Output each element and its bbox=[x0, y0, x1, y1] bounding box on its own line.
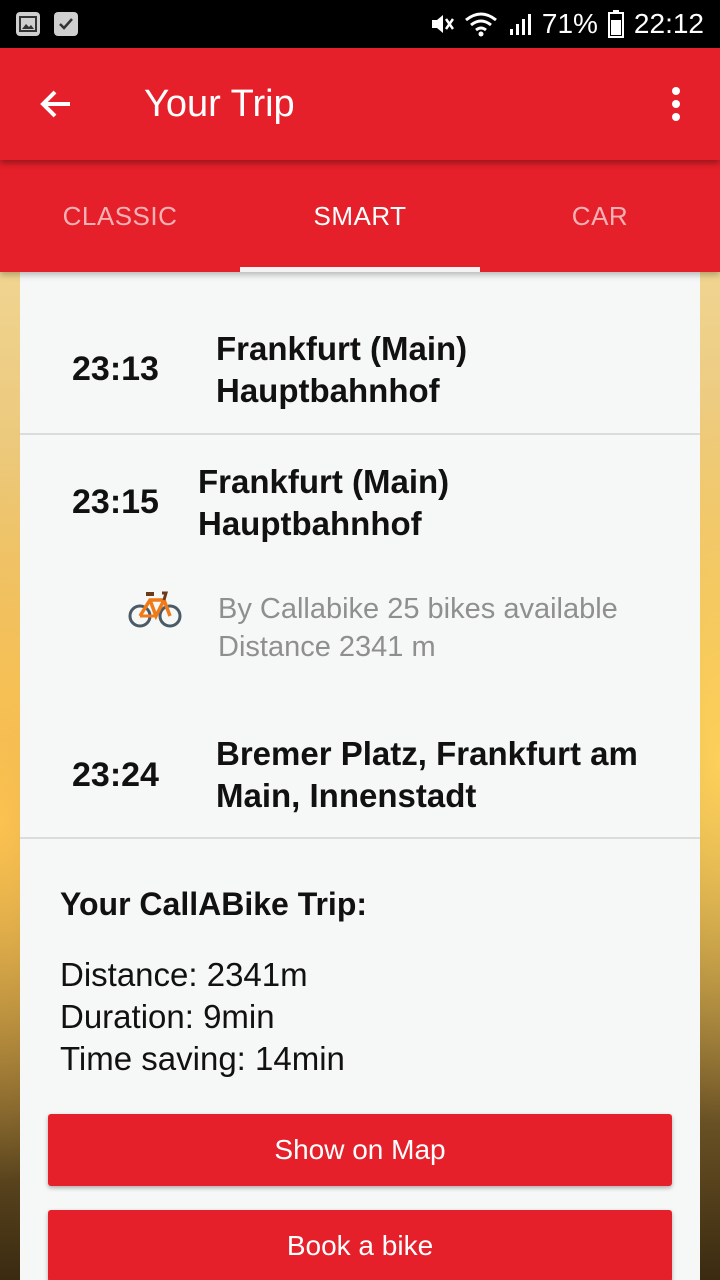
check-notification-icon bbox=[54, 12, 78, 36]
stop-name: Bremer Platz, Frankfurt am Main, Innenst… bbox=[216, 733, 638, 817]
trip-card: 23:13 Frankfurt (Main) Hauptbahnhof 23:1… bbox=[20, 272, 700, 1280]
more-vert-icon bbox=[672, 87, 680, 121]
stop-name-line: Hauptbahnhof bbox=[198, 505, 422, 542]
status-bar: 71% 22:12 bbox=[0, 0, 720, 48]
bike-segment-info: By Callabike 25 bikes available Distance… bbox=[218, 590, 618, 666]
notification-icons bbox=[16, 12, 78, 36]
summary-distance: Distance: 2341m bbox=[60, 956, 308, 993]
stop-time: 23:13 bbox=[72, 350, 159, 388]
book-bike-button[interactable]: Book a bike bbox=[48, 1210, 672, 1280]
show-on-map-button[interactable]: Show on Map bbox=[48, 1114, 672, 1186]
summary-duration: Duration: 9min bbox=[60, 998, 275, 1035]
battery-percent: 71% bbox=[541, 8, 598, 39]
bike-distance-text: Distance 2341 m bbox=[218, 631, 436, 663]
page-title: Your Trip bbox=[144, 82, 295, 125]
stop-name: Frankfurt (Main) Hauptbahnhof bbox=[216, 328, 467, 412]
trip-summary-title: Your CallABike Trip: bbox=[60, 886, 368, 922]
tab-car[interactable]: CAR bbox=[480, 160, 720, 272]
app-bar: Your Trip bbox=[0, 48, 720, 160]
tab-bar: CLASSIC SMART CAR bbox=[0, 160, 720, 272]
bike-availability-text: By Callabike 25 bikes available bbox=[218, 593, 618, 625]
tab-smart[interactable]: SMART bbox=[240, 160, 480, 272]
stop-time: 23:15 bbox=[72, 483, 159, 521]
stop-name-line: Bremer Platz, Frankfurt am bbox=[216, 735, 638, 772]
signal-icon bbox=[508, 11, 532, 37]
stop-name-line: Hauptbahnhof bbox=[216, 372, 440, 409]
trip-summary: Distance: 2341m Duration: 9min Time savi… bbox=[60, 954, 345, 1080]
overflow-menu-button[interactable] bbox=[632, 48, 720, 160]
stop-name-line: Frankfurt (Main) bbox=[198, 463, 450, 500]
divider bbox=[20, 433, 700, 435]
back-button[interactable] bbox=[0, 48, 112, 160]
battery-icon bbox=[607, 10, 624, 38]
gallery-notification-icon bbox=[16, 12, 40, 36]
stop-time: 23:24 bbox=[72, 756, 159, 794]
divider bbox=[20, 837, 700, 839]
arrow-left-icon bbox=[40, 90, 70, 118]
wifi-icon bbox=[464, 11, 498, 37]
mute-icon bbox=[428, 11, 454, 37]
stop-name: Frankfurt (Main) Hauptbahnhof bbox=[198, 461, 449, 545]
stop-name-line: Frankfurt (Main) bbox=[216, 330, 468, 367]
stop-name-line: Main, Innenstadt bbox=[216, 777, 477, 814]
bicycle-icon bbox=[128, 591, 182, 628]
summary-time-saving: Time saving: 14min bbox=[60, 1040, 345, 1077]
tab-classic[interactable]: CLASSIC bbox=[0, 160, 240, 272]
clock: 22:12 bbox=[633, 8, 704, 39]
